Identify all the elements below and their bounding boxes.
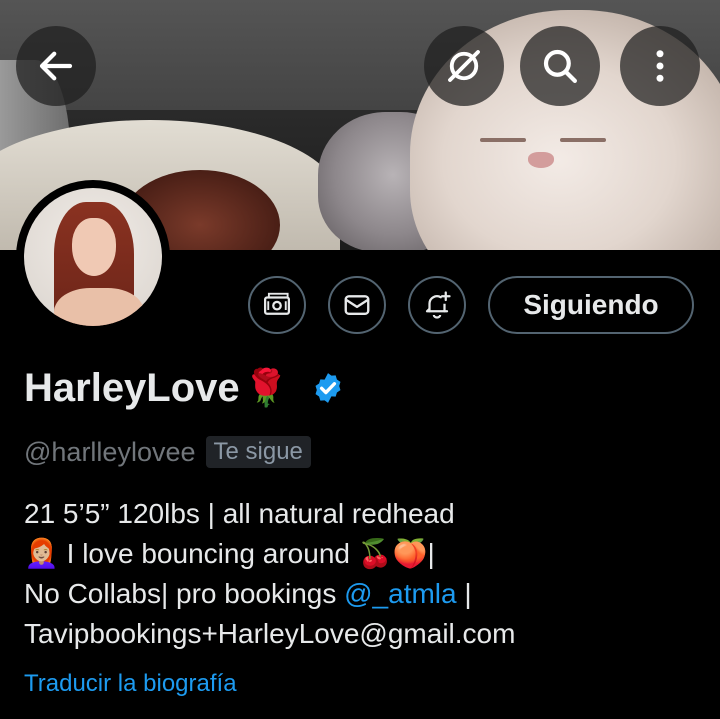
bio-text: | (456, 578, 472, 609)
name-emoji: 🌹 (243, 368, 289, 409)
bio-line: 👩🏼‍🦰 I love bouncing around 🍒🍑| (24, 538, 435, 569)
bio-line: 21 5’5” 120lbs | all natural redhead (24, 498, 455, 529)
translate-bio-link[interactable]: Traducir la biografía (24, 670, 237, 698)
cat-eye-right (560, 138, 606, 142)
arrow-left-icon (39, 51, 73, 81)
display-name: HarleyLove (24, 365, 240, 410)
bio-text: No Collabs| pro bookings (24, 578, 345, 609)
notifications-button[interactable] (408, 276, 466, 334)
grok-button[interactable] (424, 26, 504, 106)
following-button[interactable]: Siguiendo (488, 276, 694, 334)
tip-button[interactable] (248, 276, 306, 334)
search-button[interactable] (520, 26, 600, 106)
message-button[interactable] (328, 276, 386, 334)
avatar-body (54, 288, 144, 326)
handle-row: @harlleylovee Te sigue (24, 433, 311, 471)
cat-eye-left (480, 138, 526, 142)
cat-nose (528, 152, 554, 168)
grok-icon (448, 50, 480, 82)
search-icon (543, 49, 577, 83)
bio-mention-link[interactable]: @_atmla (344, 578, 456, 609)
follows-you-badge: Te sigue (205, 436, 311, 468)
bio-email: Tavipbookings+HarleyLove@gmail.com (24, 618, 516, 649)
mail-icon (344, 295, 370, 315)
handle: @harlleylovee (24, 436, 196, 467)
more-button[interactable] (620, 26, 700, 106)
more-vertical-icon (656, 50, 664, 82)
avatar-face (72, 218, 116, 276)
bio-line: No Collabs| pro bookings @_atmla | (24, 574, 704, 614)
back-button[interactable] (16, 26, 96, 106)
avatar[interactable] (24, 188, 162, 326)
profile-bio: 21 5’5” 120lbs | all natural redhead 👩🏼‍… (24, 494, 704, 654)
money-icon (264, 292, 290, 315)
display-name-row: HarleyLove 🌹 (24, 360, 345, 416)
verified-badge-icon[interactable] (311, 371, 345, 405)
bell-plus-icon (425, 291, 451, 319)
